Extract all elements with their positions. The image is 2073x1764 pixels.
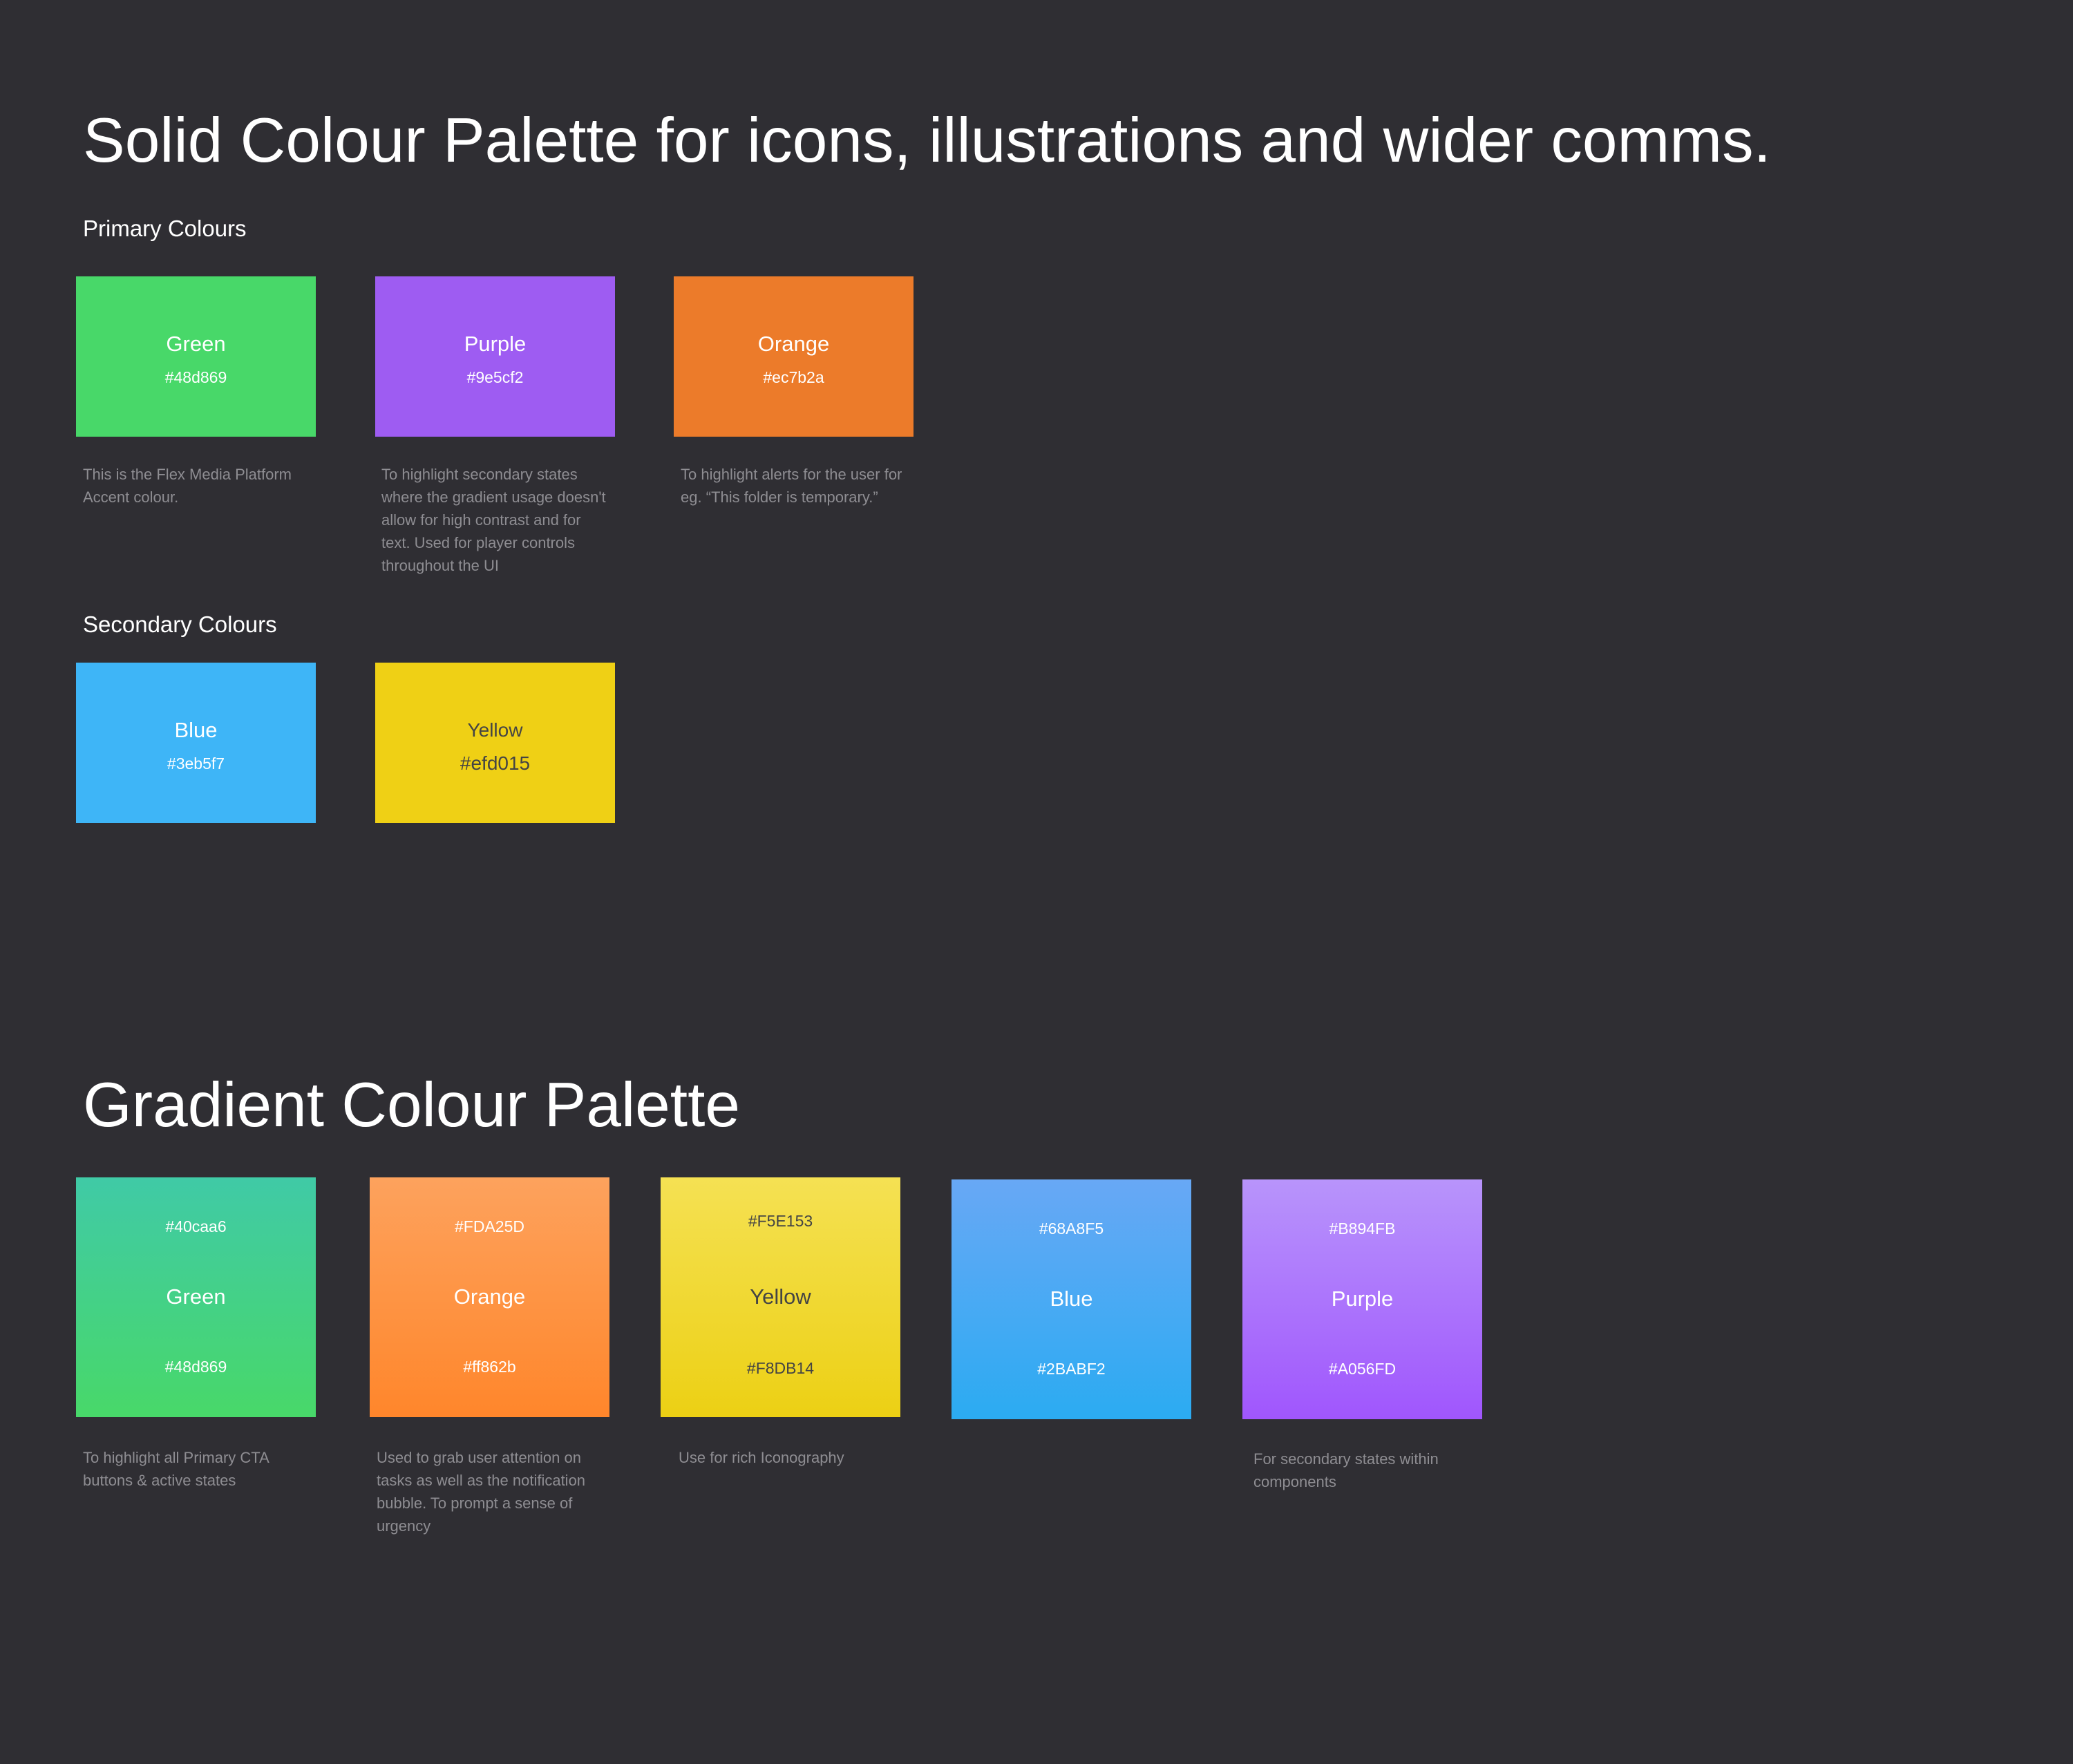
gradient-top-hex: #FDA25D	[455, 1217, 524, 1235]
gradient-swatch-blue: #68A8F5 Blue #2BABF2	[952, 1179, 1191, 1419]
gradient-swatch-green: #40caa6 Green #48d869	[76, 1177, 316, 1417]
gradient-purple-description: For secondary states within components	[1253, 1450, 1439, 1490]
gradient-swatch-yellow: #F5E153 Yellow #F8DB14	[661, 1177, 900, 1417]
swatch-orange: Orange #ec7b2a	[674, 276, 914, 437]
gradient-swatch-purple: #B894FB Purple #A056FD	[1242, 1179, 1482, 1419]
swatch-yellow: Yellow #efd015	[375, 663, 615, 823]
swatch-hex: #ec7b2a	[763, 368, 824, 386]
style-guide-page: { "solid": { "title": "Solid Colour Pale…	[0, 0, 2073, 1764]
gradient-name: Blue	[1050, 1287, 1093, 1311]
swatch-name: Green	[166, 332, 226, 356]
swatch-name: Blue	[174, 718, 218, 742]
swatch-hex: #3eb5f7	[167, 755, 225, 772]
gradient-bottom-hex: #F8DB14	[746, 1359, 815, 1377]
gradient-palette-title: Gradient Colour Palette	[83, 1070, 740, 1140]
swatch-hex: #efd015	[460, 752, 531, 774]
orange-description: To highlight alerts for the user for eg.…	[681, 466, 902, 506]
gradient-yellow-description: Use for rich Iconography	[679, 1449, 844, 1466]
gradient-orange-description: Used to grab user attention on tasks as …	[377, 1449, 586, 1535]
swatch-name: Orange	[757, 332, 830, 356]
swatch-hex: #48d869	[164, 368, 227, 386]
swatch-name: Yellow	[467, 719, 523, 741]
gradient-top-hex: #40caa6	[165, 1217, 227, 1235]
gradient-top-hex: #B894FB	[1329, 1220, 1396, 1237]
gradient-name: Yellow	[750, 1284, 811, 1309]
secondary-colours-heading: Secondary Colours	[83, 611, 277, 637]
gradient-top-hex: #F5E153	[748, 1212, 813, 1230]
gradient-swatch-orange: #FDA25D Orange #ff862b	[370, 1177, 609, 1417]
gradient-bottom-hex: #2BABF2	[1037, 1360, 1106, 1378]
gradient-name: Orange	[453, 1284, 526, 1309]
green-description: This is the Flex Media Platform Accent c…	[83, 466, 292, 506]
gradient-bottom-hex: #A056FD	[1328, 1360, 1397, 1378]
solid-palette-title: Solid Colour Palette for icons, illustra…	[83, 106, 1771, 176]
swatch-name: Purple	[464, 332, 527, 356]
gradient-name: Purple	[1331, 1287, 1394, 1311]
primary-colours-heading: Primary Colours	[83, 216, 247, 241]
swatch-hex: #9e5cf2	[466, 368, 524, 386]
purple-description: To highlight secondary states where the …	[381, 466, 606, 574]
gradient-bottom-hex: #ff862b	[463, 1358, 516, 1376]
gradient-green-description: To highlight all Primary CTA buttons & a…	[83, 1449, 269, 1489]
gradient-top-hex: #68A8F5	[1039, 1220, 1104, 1237]
swatch-green: Green #48d869	[76, 276, 316, 437]
gradient-bottom-hex: #48d869	[164, 1358, 227, 1376]
gradient-name: Green	[166, 1284, 226, 1309]
swatch-purple: Purple #9e5cf2	[375, 276, 615, 437]
swatch-blue: Blue #3eb5f7	[76, 663, 316, 823]
